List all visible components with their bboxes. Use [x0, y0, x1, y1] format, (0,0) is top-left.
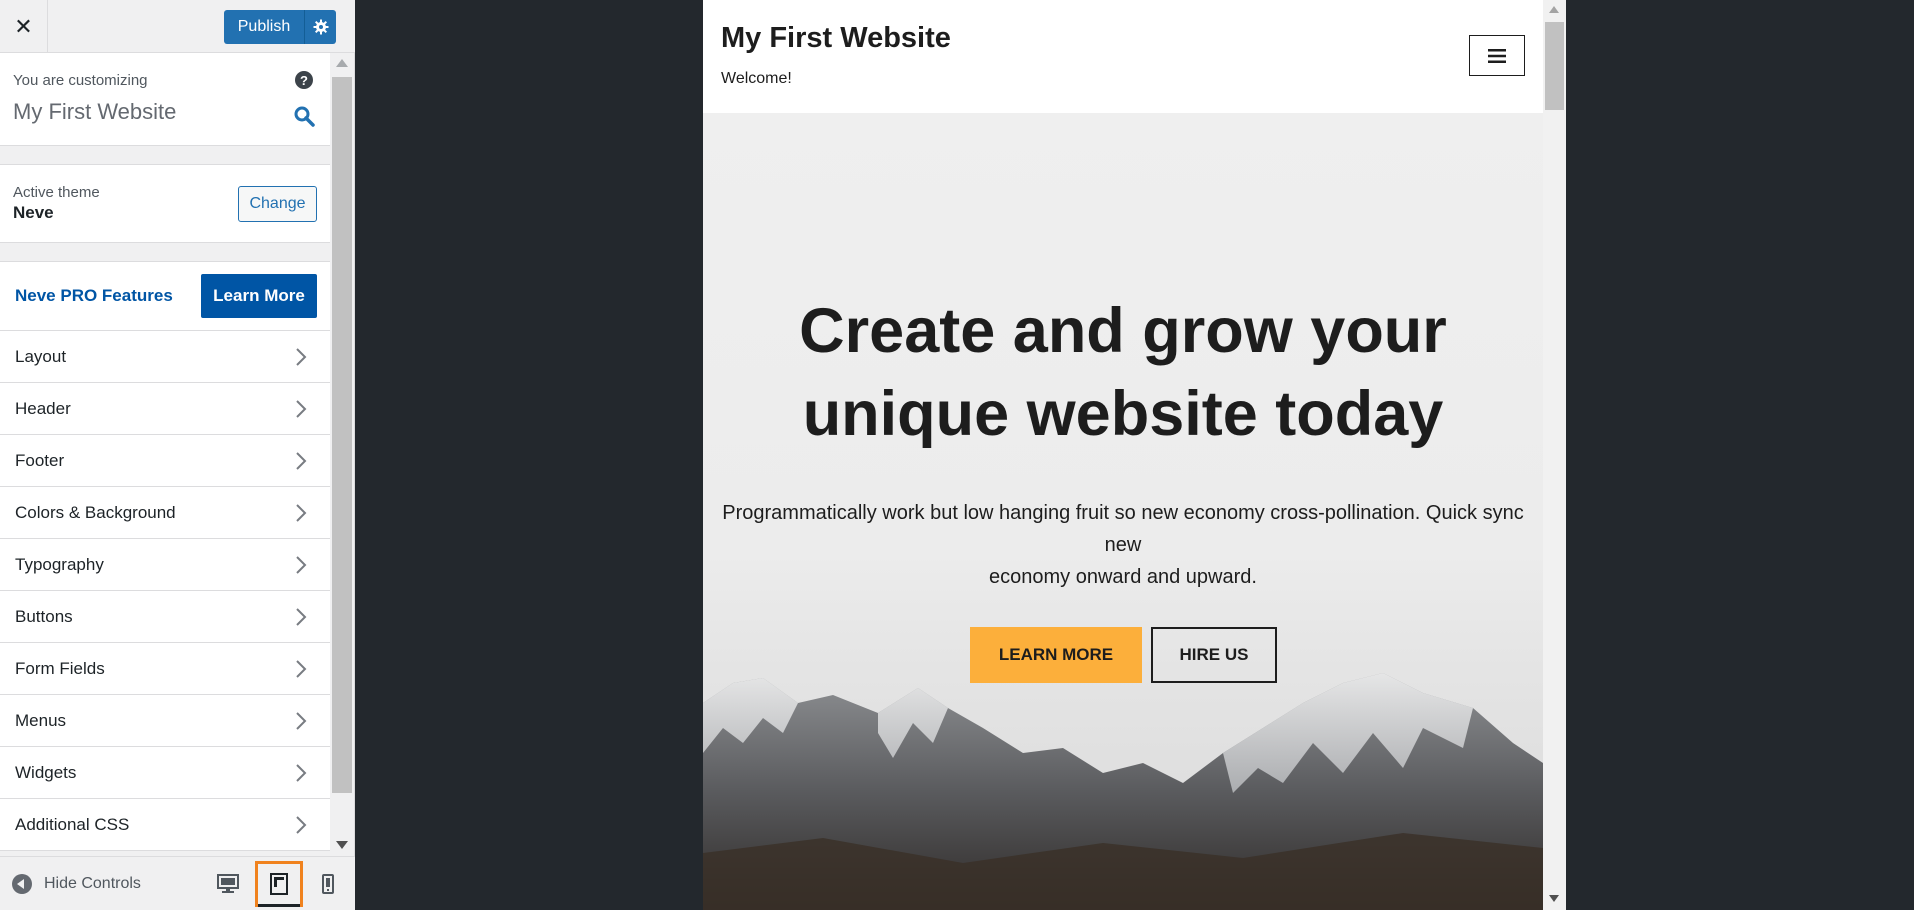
active-theme-name: Neve [13, 203, 54, 222]
customizing-info: You are customizing My First Website ? [0, 53, 330, 146]
customizer-topbar: ✕ Publish [0, 0, 355, 53]
site-header: My First Website Welcome! [703, 0, 1543, 113]
chevron-right-icon [296, 504, 307, 522]
chevron-right-icon [296, 556, 307, 574]
hide-controls-button[interactable]: Hide Controls [12, 874, 141, 894]
chevron-right-icon [296, 764, 307, 782]
tablet-icon [270, 873, 288, 895]
customizer-sidebar: ✕ Publish You are customizing My First W… [0, 0, 355, 910]
scroll-up-arrow-icon[interactable] [1549, 6, 1559, 13]
hero-description-line-1: Programmatically work but low hanging fr… [722, 502, 1524, 524]
customizing-site-name: My First Website [13, 99, 177, 124]
menu-item-label: Form Fields [15, 659, 105, 678]
menu-item-label: Typography [15, 555, 104, 574]
sidebar-scrollbar[interactable] [331, 53, 353, 856]
menu-item-label: Buttons [15, 607, 73, 626]
hide-controls-label: Hide Controls [44, 875, 141, 892]
menu-item-footer[interactable]: Footer [0, 435, 330, 487]
menu-item-label: Colors & Background [15, 503, 176, 522]
publish-button[interactable]: Publish [224, 10, 304, 44]
publish-settings-button[interactable] [304, 10, 336, 44]
site-preview-frame: My First Website Welcome! Create and gro… [703, 0, 1566, 910]
scroll-up-arrow-icon[interactable] [336, 59, 348, 67]
chevron-right-icon [296, 608, 307, 626]
scroll-down-arrow-icon[interactable] [336, 841, 348, 849]
help-icon[interactable]: ? [295, 71, 313, 89]
hero-heading-line-1: Create and grow your [799, 296, 1447, 366]
hero-description-line-2: new [1104, 534, 1142, 556]
collapse-arrow-icon [12, 874, 32, 894]
preview-tablet-button[interactable] [255, 861, 303, 907]
menu-item-label: Widgets [15, 763, 77, 782]
desktop-icon [217, 874, 239, 893]
chevron-right-icon [296, 712, 307, 730]
menu-item-widgets[interactable]: Widgets [0, 747, 330, 799]
hero-section: Create and grow your unique website toda… [703, 113, 1543, 910]
search-icon[interactable] [293, 105, 315, 127]
menu-item-additional-css[interactable]: Additional CSS [0, 799, 330, 851]
change-theme-button[interactable]: Change [238, 186, 317, 222]
customizer-footer: Hide Controls [0, 856, 355, 910]
menu-item-label: Header [15, 399, 71, 418]
neve-pro-section: Neve PRO Features Learn More [0, 261, 330, 331]
menu-item-typography[interactable]: Typography [0, 539, 330, 591]
publish-group: Publish [224, 10, 336, 44]
learn-more-button[interactable]: Learn More [201, 274, 317, 318]
menu-item-label: Additional CSS [15, 815, 130, 834]
chevron-right-icon [296, 348, 307, 366]
site-tagline: Welcome! [721, 70, 792, 87]
scroll-down-arrow-icon[interactable] [1549, 895, 1559, 902]
active-theme-label: Active theme [13, 184, 100, 201]
preview-mobile-button[interactable] [312, 869, 344, 899]
neve-pro-label: Neve PRO Features [15, 286, 173, 305]
chevron-right-icon [296, 660, 307, 678]
chevron-right-icon [296, 816, 307, 834]
customizing-label: You are customizing [13, 72, 148, 89]
mountains-background-image [703, 673, 1543, 910]
menu-item-label: Layout [15, 347, 67, 366]
chevron-right-icon [296, 400, 307, 418]
menu-item-colors-background[interactable]: Colors & Background [0, 487, 330, 539]
customizer-menu: Layout Header Footer Colors & Background… [0, 331, 330, 851]
hamburger-menu-icon [1488, 48, 1506, 63]
hero-heading-line-2: unique website today [802, 379, 1444, 449]
chevron-right-icon [296, 452, 307, 470]
menu-item-label: Footer [15, 451, 65, 470]
hero-learn-more-button[interactable]: LEARN MORE [970, 627, 1142, 683]
menu-item-label: Menus [15, 711, 67, 730]
preview-scrollbar[interactable] [1543, 0, 1566, 910]
hero-hire-us-button[interactable]: HIRE US [1151, 627, 1277, 683]
hero-heading: Create and grow your unique website toda… [703, 290, 1543, 456]
hero-description-line-3: economy onward and upward. [989, 566, 1257, 588]
preview-scrollbar-thumb[interactable] [1545, 22, 1564, 110]
customizer-panel: You are customizing My First Website ? A… [0, 53, 330, 856]
menu-item-form-fields[interactable]: Form Fields [0, 643, 330, 695]
preview-desktop-button[interactable] [212, 869, 244, 899]
gear-icon [313, 19, 328, 35]
close-icon: ✕ [14, 13, 33, 39]
mobile-menu-button[interactable] [1469, 35, 1525, 76]
menu-item-buttons[interactable]: Buttons [0, 591, 330, 643]
site-title[interactable]: My First Website [721, 22, 951, 55]
menu-item-layout[interactable]: Layout [0, 331, 330, 383]
menu-item-header[interactable]: Header [0, 383, 330, 435]
sidebar-scrollbar-thumb[interactable] [332, 77, 352, 793]
active-theme-section: Active theme Neve Change [0, 164, 330, 243]
mobile-icon [322, 874, 334, 894]
close-customizer-button[interactable]: ✕ [0, 0, 48, 53]
hero-description: Programmatically work but low hanging fr… [711, 497, 1535, 593]
menu-item-menus[interactable]: Menus [0, 695, 330, 747]
